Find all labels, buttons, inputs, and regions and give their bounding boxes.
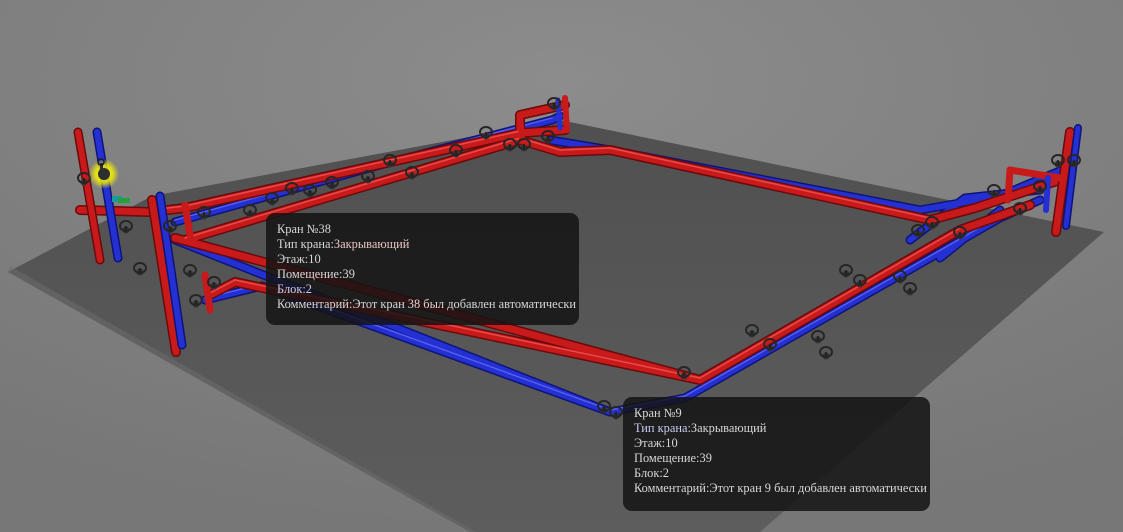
valve-comment-row: Комментарий:Этот кран 9 был добавлен авт… xyxy=(634,481,927,496)
valve-comment-value: Этот кран 38 был добавлен автоматически xyxy=(352,297,577,311)
valve-type-label: Тип крана: xyxy=(634,421,691,435)
valve-room-label: Помещение: xyxy=(277,267,343,281)
valve-info-tooltip-38: Кран №38 Тип крана:Закрывающий Этаж:10 П… xyxy=(266,213,579,325)
valve-type-label: Тип крана: xyxy=(277,237,334,251)
valve-comment-value: Этот кран 9 был добавлен автоматически xyxy=(709,481,927,495)
valve-type-row: Тип крана:Закрывающий xyxy=(277,237,567,252)
valve-room-value: 39 xyxy=(342,267,355,281)
valve-block-value: 2 xyxy=(305,282,312,296)
valve-room-label: Помещение: xyxy=(634,451,700,465)
valve-title: Кран №38 xyxy=(277,222,331,236)
valve-block-value: 2 xyxy=(662,466,669,480)
valve-comment-label: Комментарий: xyxy=(634,481,710,495)
valve-block-row: Блок:2 xyxy=(634,466,918,481)
valve-block-row: Блок:2 xyxy=(277,282,567,297)
valve-floor-row: Этаж:10 xyxy=(634,436,918,451)
selected-valve-highlight[interactable] xyxy=(89,158,119,189)
valve-info-tooltip-9: Кран №9 Тип крана:Закрывающий Этаж:10 По… xyxy=(623,397,930,511)
valve-block-label: Блок: xyxy=(277,282,306,296)
valve-type-value: Закрывающий xyxy=(690,421,767,435)
valve-type-value: Закрывающий xyxy=(333,237,410,251)
valve-floor-label: Этаж: xyxy=(277,252,309,266)
valve-floor-label: Этаж: xyxy=(634,436,666,450)
valve-title: Кран №9 xyxy=(634,406,682,420)
valve-room-row: Помещение:39 xyxy=(277,267,567,282)
valve-comment-label: Комментарий: xyxy=(277,297,353,311)
valve-type-row: Тип крана:Закрывающий xyxy=(634,421,918,436)
valve-block-label: Блок: xyxy=(634,466,663,480)
valve-floor-row: Этаж:10 xyxy=(277,252,567,267)
valve-comment-row: Комментарий:Этот кран 38 был добавлен ав… xyxy=(277,297,576,312)
valve-floor-value: 10 xyxy=(308,252,321,266)
valve-room-row: Помещение:39 xyxy=(634,451,918,466)
valve-room-value: 39 xyxy=(699,451,712,465)
valve-floor-value: 10 xyxy=(665,436,678,450)
